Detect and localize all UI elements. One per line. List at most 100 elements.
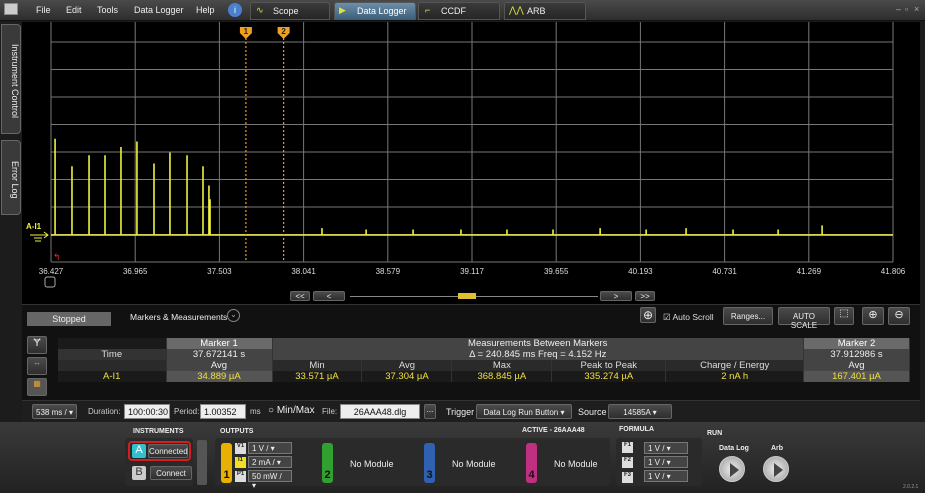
scroll-thumb[interactable] <box>458 293 476 299</box>
info-icon[interactable]: i <box>228 3 242 17</box>
chevron-down-icon[interactable]: ⌄ <box>227 309 240 322</box>
marker1-time: 37.672141 s <box>166 349 273 360</box>
minmax-radio[interactable]: ○ Min/Max <box>268 405 315 416</box>
file-label: File: <box>322 407 338 416</box>
side-tab-error-log[interactable]: Error Log <box>1 140 21 215</box>
between-p2p: 335.274 µA <box>551 371 667 382</box>
connected-button[interactable]: Connected <box>148 444 188 458</box>
duration-field[interactable]: 100:00:30 <box>124 404 170 419</box>
arb-wave-icon: ⋀⋀ <box>509 5 524 15</box>
instruments-label: INSTRUMENTS <box>133 428 184 435</box>
f1-badge: F1 <box>622 442 633 453</box>
browse-button[interactable]: ... <box>424 404 436 419</box>
file-field[interactable]: 26AAA48.dlg <box>340 404 420 419</box>
title-bar: File Edit Tools Data Logger Help i ∿ Scop… <box>0 0 925 21</box>
period-unit: ms <box>250 407 261 416</box>
i1-scale-dropdown[interactable]: 2 mA / ▾ <box>248 456 292 468</box>
run-datalog-label: Data Log <box>719 445 749 452</box>
menu-tools[interactable]: Tools <box>97 5 118 15</box>
data-log-plot[interactable]: 36.427 36.965 37.503 38.041 38.579 39.117 39.6… <box>22 22 920 304</box>
between-charge: 2 nA h <box>665 371 804 382</box>
tab-scope[interactable]: ∿ Scope <box>250 2 330 20</box>
period-field[interactable]: 1.00352 <box>200 404 246 419</box>
run-datalog-button[interactable] <box>719 456 745 482</box>
ground-icon <box>30 231 49 242</box>
i1-badge: I1 <box>235 457 246 468</box>
bottom-bar: INSTRUMENTS A Connected B Connect OUTPUT… <box>0 422 925 493</box>
duration-label: Duration: <box>88 407 121 416</box>
period-label: Period: <box>174 407 200 416</box>
restore-icon[interactable]: ▫ <box>905 4 908 14</box>
ranges-button[interactable]: Ranges... <box>723 307 773 325</box>
auto-scroll-checkbox[interactable]: ☑ Auto Scroll <box>663 312 714 323</box>
col-header: Avg <box>803 360 910 371</box>
sine-icon: ∿ <box>256 5 264 15</box>
markers-icon[interactable]: ↔ <box>27 357 47 375</box>
x-tick-label: 36.427 <box>39 267 64 276</box>
close-icon[interactable]: × <box>914 4 919 14</box>
x-tick-label: 38.579 <box>376 267 401 276</box>
outputs-label: OUTPUTS <box>220 428 254 435</box>
x-tick-label: 39.655 <box>544 267 569 276</box>
tab-ccdf[interactable]: ⌐ CCDF <box>418 2 500 20</box>
delta-freq: Δ = 240.845 ms Freq = 4.152 Hz <box>272 349 804 360</box>
tab-data-logger[interactable]: ▶ Data Logger <box>334 2 416 20</box>
grid-view-icon[interactable]: ▦ <box>27 378 47 396</box>
col-header: Avg <box>361 360 453 371</box>
channel-4[interactable]: 4 <box>526 443 537 483</box>
minimize-icon[interactable]: – <box>896 4 901 14</box>
marker1-header: Marker 1 <box>166 338 273 349</box>
timebase-dropdown[interactable]: 538 ms / ▾ <box>32 404 77 419</box>
channel-3[interactable]: 3 <box>424 443 435 483</box>
auto-scale-button[interactable]: AUTO SCALE <box>778 307 830 330</box>
menu-edit[interactable]: Edit <box>66 5 82 15</box>
expand-handle[interactable] <box>197 440 207 485</box>
x-tick-label: 41.269 <box>797 267 822 276</box>
crosshair-icon[interactable]: ⊕ <box>640 307 656 323</box>
zoom-in-icon[interactable]: ⊕ <box>862 307 884 325</box>
channel-2-status: No Module <box>350 459 394 469</box>
source-dropdown[interactable]: 14585A ▾ <box>608 404 672 419</box>
chart-area[interactable]: 36.427 36.965 37.503 38.041 38.579 39.117 39.6… <box>22 22 920 304</box>
v1-scale-dropdown[interactable]: 1 V / ▾ <box>248 442 292 454</box>
markers-panel: Stopped Markers & Measurements ⌄ ⊕ ☑ Aut… <box>22 304 920 400</box>
marker-label: 2 <box>281 27 286 36</box>
channel-3-status: No Module <box>452 459 496 469</box>
markers-measurements-label: Markers & Measurements <box>130 312 228 322</box>
scroll-prev-button[interactable]: < <box>313 291 345 301</box>
menu-data-logger[interactable]: Data Logger <box>134 5 184 15</box>
side-tab-instrument-control[interactable]: Instrument Control <box>1 24 21 134</box>
between-max: 368.845 µA <box>451 371 553 382</box>
scroll-first-button[interactable]: << <box>290 291 310 301</box>
scroll-last-button[interactable]: >> <box>635 291 655 301</box>
active-label: ACTIVE - 26AAA48 <box>522 427 585 434</box>
trigger-icon: ↰ <box>53 252 61 262</box>
trigger-label: Trigger <box>446 407 475 417</box>
menu-help[interactable]: Help <box>196 5 215 15</box>
app-icon <box>4 3 18 15</box>
trigger-dropdown[interactable]: Data Log Run Button ▾ <box>476 404 572 419</box>
marker2-time: 37.912986 s <box>803 349 910 360</box>
probe-icon[interactable]: Ɏ <box>27 336 47 354</box>
zoom-out-icon[interactable]: ⊖ <box>888 307 910 325</box>
run-status: Stopped <box>27 312 111 326</box>
run-arb-button[interactable] <box>763 456 789 482</box>
channel-2[interactable]: 2 <box>322 443 333 483</box>
instrument-a-connected[interactable]: A Connected <box>128 441 191 461</box>
f2-badge: F2 <box>622 457 633 468</box>
menu-file[interactable]: File <box>36 5 51 15</box>
scroll-next-button[interactable]: > <box>600 291 632 301</box>
x-tick-label: 38.041 <box>291 267 316 276</box>
f3-scale-dropdown[interactable]: 1 V / ▾ <box>644 470 688 482</box>
f1-scale-dropdown[interactable]: 1 V / ▾ <box>644 442 688 454</box>
formula-label: FORMULA <box>619 426 654 433</box>
tab-arb[interactable]: ⋀⋀ ARB <box>504 2 586 20</box>
v1-badge: V1 <box>235 443 246 454</box>
zoom-box-icon[interactable]: ⬚ <box>834 307 854 325</box>
connect-button[interactable]: Connect <box>150 466 192 480</box>
marker-label: 1 <box>244 27 249 36</box>
p1-scale-dropdown[interactable]: 50 mW / ▾ <box>248 470 292 490</box>
channel-1[interactable]: 1 <box>221 443 232 483</box>
p1-badge: P1 <box>235 471 246 482</box>
f2-scale-dropdown[interactable]: 1 V / ▾ <box>644 456 688 468</box>
